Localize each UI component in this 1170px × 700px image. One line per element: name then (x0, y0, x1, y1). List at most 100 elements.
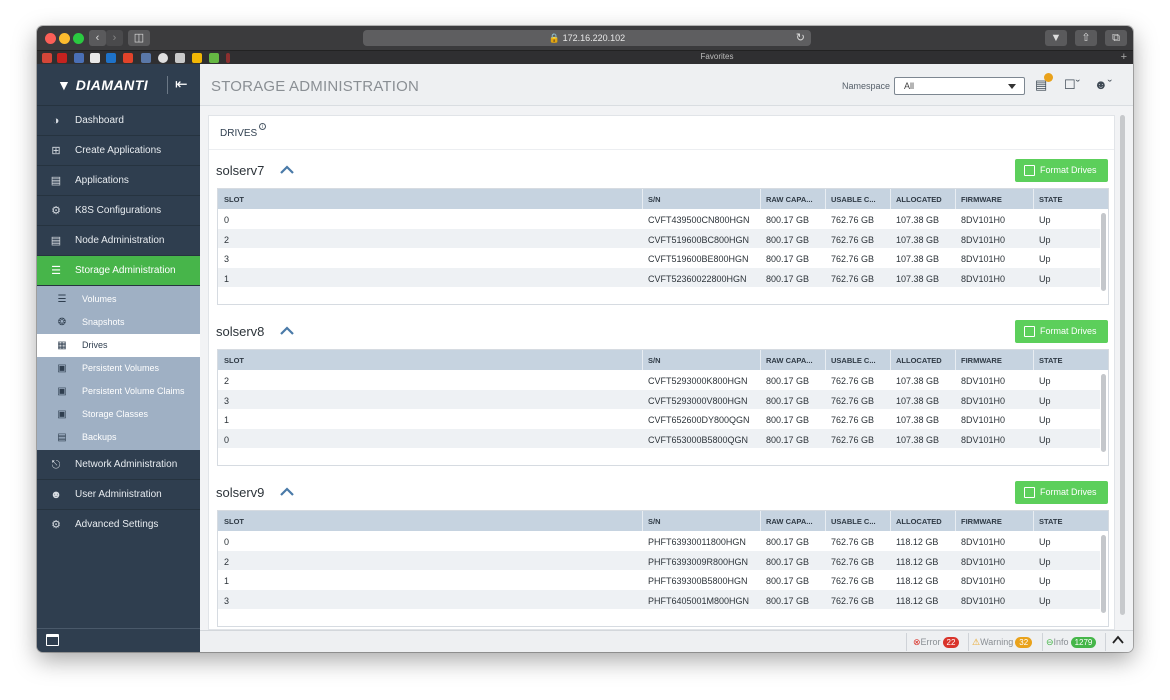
collapse-sidebar-icon[interactable]: ⇤ (175, 75, 188, 93)
table-cell: 762.76 GB (831, 576, 875, 586)
favorite-drive-icon[interactable] (192, 53, 202, 63)
table-row[interactable]: 2 PHFT6393009R800HGN 800.17 GB 762.76 GB… (218, 550, 1100, 570)
column-header-usable-capacity[interactable]: USABLE C... (831, 517, 876, 526)
reload-icon[interactable]: ↻ (796, 30, 805, 46)
info-status[interactable]: ⊖Info 1279 (1046, 635, 1097, 649)
sidebar-subitem-storage-classes[interactable]: ▣ Storage Classes (37, 403, 200, 426)
column-header-firmware[interactable]: FIRMWARE (961, 195, 1002, 204)
table-row[interactable]: 0 PHFT63930011800HGN 800.17 GB 762.76 GB… (218, 531, 1100, 551)
table-row[interactable]: 1 CVFT52360022800HGN 800.17 GB 762.76 GB… (218, 267, 1100, 287)
sidebar-item-node-administration[interactable]: ▤ Node Administration (37, 226, 200, 256)
favorite-doc-icon[interactable] (175, 53, 185, 63)
minimize-window-button[interactable] (59, 33, 70, 44)
column-divider (955, 189, 956, 209)
favorite-mail-icon[interactable] (42, 53, 52, 63)
sidebar-item-storage-administration[interactable]: ☰ Storage Administration (37, 256, 200, 286)
error-status[interactable]: ⊗Error 22 (913, 635, 960, 649)
column-header-slot[interactable]: SLOT (224, 356, 244, 365)
sidebar-subitem-snapshots[interactable]: ❂ Snapshots (37, 311, 200, 334)
format-drives-button[interactable]: Format Drives (1015, 159, 1108, 182)
sidebar-item-applications[interactable]: ▤ Applications (37, 166, 200, 196)
column-header-sn[interactable]: S/N (648, 195, 661, 204)
favorite-app-icon[interactable] (106, 53, 116, 63)
table-row[interactable]: 1 PHFT639300B5800HGN 800.17 GB 762.76 GB… (218, 570, 1100, 590)
column-header-state[interactable]: STATE (1039, 356, 1062, 365)
sidebar-item-network-administration[interactable]: ⎋ Network Administration (37, 450, 200, 480)
forward-icon[interactable]: › (106, 30, 123, 46)
table-row[interactable]: 3 CVFT519600BE800HGN 800.17 GB 762.76 GB… (218, 248, 1100, 268)
favorite-gitlab-icon[interactable] (123, 53, 133, 63)
page-scrollbar[interactable] (1120, 115, 1125, 615)
table-cell: 8DV101H0 (961, 595, 1006, 606)
table-scrollbar[interactable] (1101, 213, 1106, 291)
table-row[interactable]: 3 PHFT6405001M800HGN 800.17 GB 762.76 GB… (218, 589, 1100, 609)
help-icon[interactable]: ☐ˇ (1064, 76, 1080, 94)
column-header-usable-capacity[interactable]: USABLE C... (831, 195, 876, 204)
sidebar-subitem-backups[interactable]: ▤ Backups (37, 426, 200, 449)
column-header-usable-capacity[interactable]: USABLE C... (831, 356, 876, 365)
column-header-allocated[interactable]: ALLOCATED (896, 517, 942, 526)
table-row[interactable]: 0 CVFT653000B5800QGN 800.17 GB 762.76 GB… (218, 428, 1100, 448)
sidebar-toggle-icon[interactable]: ◫ (128, 30, 150, 46)
favorite-calendar-icon[interactable] (74, 53, 84, 63)
tabs-overview-icon[interactable]: ⧉ (1105, 30, 1127, 46)
column-header-raw-capacity[interactable]: RAW CAPA... (766, 517, 813, 526)
table-row[interactable]: 0 CVFT439500CN800HGN 800.17 GB 762.76 GB… (218, 209, 1100, 229)
sidebar-item-create-applications[interactable]: ⊞ Create Applications (37, 136, 200, 166)
column-header-state[interactable]: STATE (1039, 195, 1062, 204)
column-header-slot[interactable]: SLOT (224, 195, 244, 204)
sidebar-subitem-persistent-volume-claims[interactable]: ▣ Persistent Volume Claims (37, 380, 200, 403)
favorite-gmail-icon[interactable] (57, 53, 67, 63)
sidebar-item-k8s-configurations[interactable]: ⚙ K8S Configurations (37, 196, 200, 226)
warning-status[interactable]: ⚠Warning 32 (972, 635, 1033, 649)
namespace-select[interactable]: All (894, 77, 1025, 95)
chevron-up-icon[interactable] (279, 325, 295, 337)
sidebar-item-advanced-settings[interactable]: ⚙ Advanced Settings (37, 510, 200, 540)
user-account-icon[interactable]: ☻ˇ (1094, 76, 1112, 94)
chevron-up-icon[interactable] (279, 486, 295, 498)
table-cell: CVFT5293000V800HGN (648, 395, 748, 406)
column-header-slot[interactable]: SLOT (224, 517, 244, 526)
column-header-state[interactable]: STATE (1039, 517, 1062, 526)
sidebar-item-dashboard[interactable]: ◑ Dashboard (37, 106, 200, 136)
column-header-allocated[interactable]: ALLOCATED (896, 356, 942, 365)
brand-logo[interactable]: ▼ DIAMANTI (57, 77, 148, 93)
notifications-icon[interactable]: ▤ (1035, 73, 1053, 94)
favorite-bookmark-icon[interactable] (226, 53, 230, 63)
table-row[interactable]: 3 CVFT5293000V800HGN 800.17 GB 762.76 GB… (218, 389, 1100, 409)
column-header-firmware[interactable]: FIRMWARE (961, 356, 1002, 365)
sidebar-subitem-persistent-volumes[interactable]: ▣ Persistent Volumes (37, 357, 200, 380)
table-row[interactable]: 1 CVFT652600DY800QGN 800.17 GB 762.76 GB… (218, 409, 1100, 429)
share-icon[interactable]: ⇧ (1075, 30, 1097, 46)
favorite-check-icon[interactable] (209, 53, 219, 63)
table-scrollbar[interactable] (1101, 374, 1106, 452)
favorite-github-icon[interactable] (158, 53, 168, 63)
column-header-sn[interactable]: S/N (648, 517, 661, 526)
column-header-allocated[interactable]: ALLOCATED (896, 195, 942, 204)
new-tab-icon[interactable]: + (1121, 51, 1127, 63)
format-drives-button[interactable]: Format Drives (1015, 320, 1108, 343)
favorite-office-icon[interactable] (90, 53, 100, 63)
close-window-button[interactable] (45, 33, 56, 44)
favorite-tool-icon[interactable] (141, 53, 151, 63)
chevron-up-icon[interactable] (279, 164, 295, 176)
column-header-raw-capacity[interactable]: RAW CAPA... (766, 195, 813, 204)
column-header-sn[interactable]: S/N (648, 356, 661, 365)
download-icon[interactable]: ▼ (1045, 30, 1067, 46)
table-row[interactable]: 2 CVFT519600BC800HGN 800.17 GB 762.76 GB… (218, 228, 1100, 248)
column-header-raw-capacity[interactable]: RAW CAPA... (766, 356, 813, 365)
calendar-icon[interactable] (46, 634, 59, 646)
chevron-up-icon[interactable] (1112, 635, 1124, 645)
format-drives-button[interactable]: Format Drives (1015, 481, 1108, 504)
table-scrollbar[interactable] (1101, 535, 1106, 613)
column-header-firmware[interactable]: FIRMWARE (961, 517, 1002, 526)
info-icon[interactable]: i (259, 123, 266, 130)
zoom-window-button[interactable] (73, 33, 84, 44)
sidebar-subitem-drives[interactable]: ▦ Drives (37, 334, 200, 357)
address-bar[interactable]: 🔒 172.16.220.102 ↻ (363, 30, 811, 46)
back-icon[interactable]: ‹ (89, 30, 106, 46)
table-row[interactable]: 2 CVFT5293000K800HGN 800.17 GB 762.76 GB… (218, 370, 1100, 390)
sidebar-item-user-administration[interactable]: ☻ User Administration (37, 480, 200, 510)
sidebar-subitem-volumes[interactable]: ☰ Volumes (37, 288, 200, 311)
column-divider (890, 189, 891, 209)
